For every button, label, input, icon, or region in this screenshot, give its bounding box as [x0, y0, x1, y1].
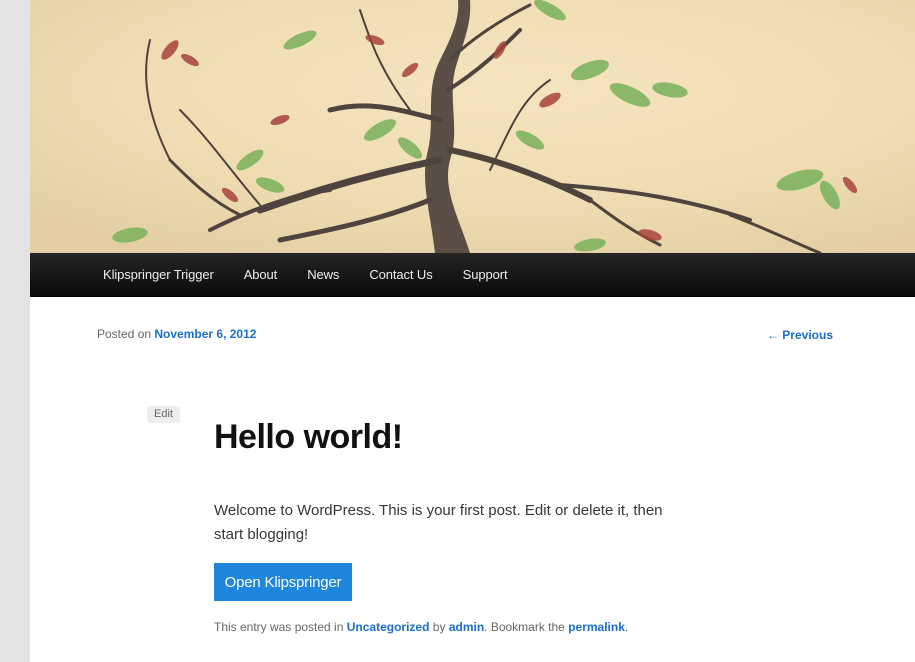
post-content: Welcome to WordPress. This is your first… [214, 502, 663, 543]
main-navigation: Klipspringer Trigger About News Contact … [30, 253, 915, 297]
nav-item-support[interactable]: Support [448, 253, 523, 296]
category-link[interactable]: Uncategorized [347, 620, 430, 634]
page: Klipspringer Trigger About News Contact … [30, 0, 915, 662]
entry-meta-end: . [624, 620, 629, 634]
posted-on: Posted on November 6, 2012 [97, 327, 256, 341]
nav-item-klipspringer-trigger[interactable]: Klipspringer Trigger [88, 253, 229, 296]
previous-post-link[interactable]: ← Previous [767, 328, 833, 342]
nav-item-contact-us[interactable]: Contact Us [354, 253, 447, 296]
posted-on-prefix: Posted on [97, 327, 152, 341]
entry-meta: This entry was posted in Uncategorized b… [214, 620, 628, 634]
header-image[interactable] [30, 0, 915, 253]
entry-meta-bookmark: . Bookmark the [484, 620, 565, 634]
author-link[interactable]: admin [449, 620, 484, 634]
permalink-link[interactable]: permalink [568, 620, 625, 634]
edit-link[interactable]: Edit [147, 406, 180, 423]
entry-meta-prefix: This entry was posted in [214, 620, 344, 634]
post-date-link[interactable]: November 6, 2012 [154, 327, 256, 341]
post-title[interactable]: Hello world! [214, 418, 403, 457]
entry-meta-by: by [432, 620, 446, 634]
nav-item-about[interactable]: About [229, 253, 292, 296]
nav-item-news[interactable]: News [292, 253, 354, 296]
open-klipspringer-button[interactable]: Open Klipspringer [214, 563, 352, 601]
